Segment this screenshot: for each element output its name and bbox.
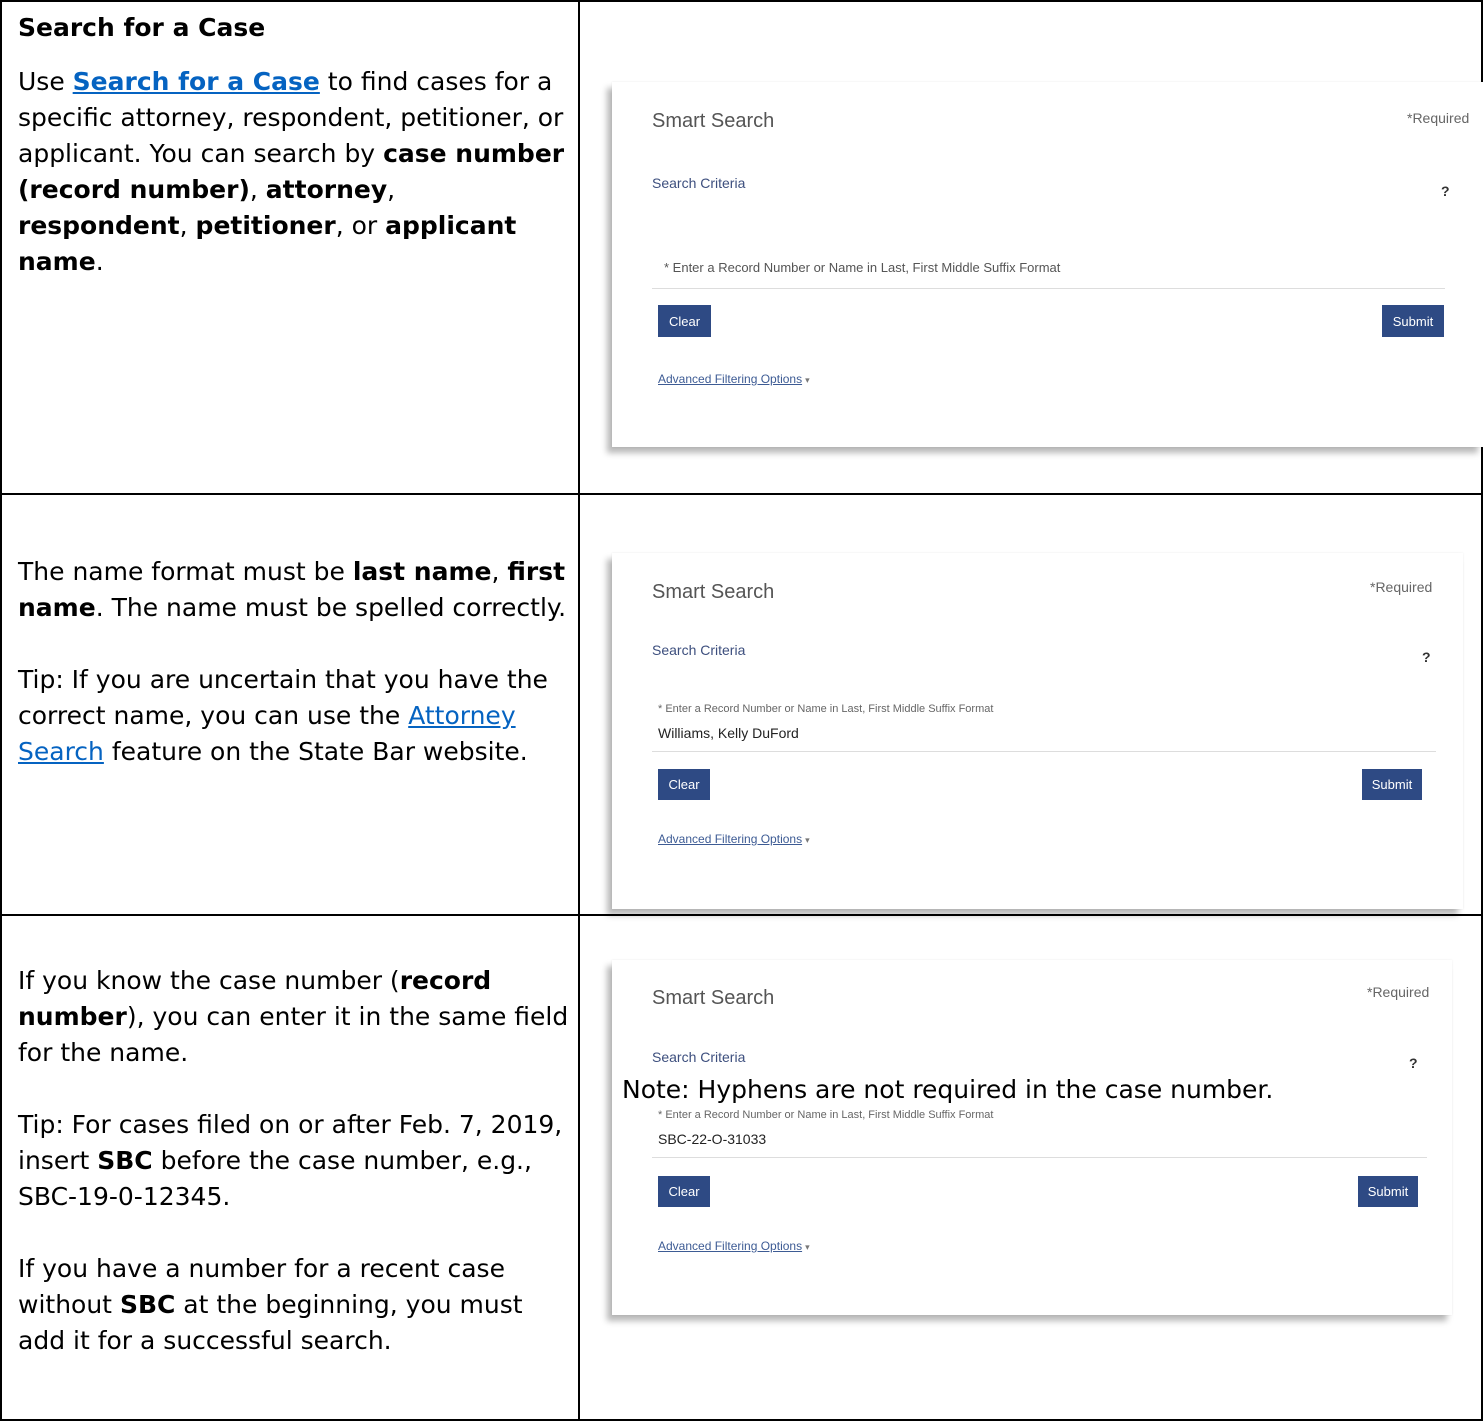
chevron-down-icon: ▾ bbox=[805, 835, 810, 845]
submit-button[interactable]: Submit bbox=[1382, 305, 1444, 337]
bold-text: SBC bbox=[97, 1146, 153, 1175]
bold-text: petitioner bbox=[195, 211, 336, 240]
text: feature on the State Bar website. bbox=[103, 737, 528, 766]
section1-text: Search for a Case Use Search for a Case … bbox=[18, 10, 570, 316]
section3-text: If you know the case number (record numb… bbox=[18, 963, 570, 1395]
advanced-filtering-link[interactable]: Advanced Filtering Options ▾ bbox=[658, 372, 810, 386]
clear-button[interactable]: Clear bbox=[658, 1176, 710, 1207]
search-input-placeholder: * Enter a Record Number or Name in Last,… bbox=[664, 260, 1061, 275]
search-input[interactable]: * Enter a Record Number or Name in Last,… bbox=[652, 701, 1436, 752]
search-for-a-case-link[interactable]: Search for a Case bbox=[73, 67, 320, 96]
text: Use bbox=[18, 67, 73, 96]
search-input-label: * Enter a Record Number or Name in Last,… bbox=[658, 1109, 994, 1121]
text: The name format must be bbox=[18, 557, 353, 586]
hyphen-note: Note: Hyphens are not required in the ca… bbox=[622, 1075, 1274, 1104]
bold-text: SBC bbox=[119, 1290, 176, 1319]
search-input-value: Williams, Kelly DuFord bbox=[658, 725, 799, 741]
advanced-filtering-label: Advanced Filtering Options bbox=[658, 832, 803, 846]
help-icon[interactable]: ? bbox=[1422, 649, 1431, 665]
advanced-filtering-link[interactable]: Advanced Filtering Options ▾ bbox=[658, 832, 810, 846]
required-label: *Required bbox=[1407, 110, 1470, 126]
required-label: *Required bbox=[1370, 579, 1433, 595]
text: , bbox=[179, 211, 196, 240]
clear-button[interactable]: Clear bbox=[658, 305, 711, 337]
search-criteria-label: Search Criteria bbox=[652, 1049, 746, 1065]
search-criteria-label: Search Criteria bbox=[652, 175, 746, 191]
text: , bbox=[249, 175, 266, 204]
table-row-divider-1 bbox=[0, 493, 1483, 495]
table-border-top bbox=[0, 0, 1483, 2]
table-border-left bbox=[0, 0, 2, 1421]
smart-search-panel-2: Smart Search *Required Search Criteria ?… bbox=[612, 553, 1463, 909]
chevron-down-icon: ▾ bbox=[805, 1242, 810, 1252]
bold-text: attorney bbox=[265, 175, 388, 204]
text: , bbox=[387, 175, 396, 204]
clear-button[interactable]: Clear bbox=[658, 769, 710, 800]
submit-button[interactable]: Submit bbox=[1358, 1176, 1418, 1207]
text: If you know the case number ( bbox=[18, 966, 400, 995]
help-icon[interactable]: ? bbox=[1409, 1055, 1418, 1071]
smart-search-title: Smart Search bbox=[652, 110, 775, 132]
text: , or bbox=[335, 211, 386, 240]
bold-text: last name bbox=[352, 557, 492, 586]
search-input-value: SBC-22-O-31033 bbox=[658, 1131, 767, 1147]
search-input[interactable]: * Enter a Record Number or Name in Last,… bbox=[652, 1107, 1427, 1158]
smart-search-panel-1: Smart Search *Required Search Criteria ?… bbox=[612, 82, 1483, 447]
section1-heading: Search for a Case bbox=[18, 13, 266, 42]
advanced-filtering-link[interactable]: Advanced Filtering Options ▾ bbox=[658, 1239, 810, 1253]
table-row-divider-2 bbox=[0, 914, 1483, 916]
advanced-filtering-label: Advanced Filtering Options bbox=[658, 372, 803, 386]
required-label: *Required bbox=[1367, 984, 1430, 1000]
help-icon[interactable]: ? bbox=[1441, 183, 1450, 199]
text: , bbox=[491, 557, 508, 586]
section2-text: The name format must be last name, first… bbox=[18, 554, 570, 806]
table-column-divider bbox=[578, 0, 580, 1421]
submit-button[interactable]: Submit bbox=[1362, 769, 1422, 800]
chevron-down-icon: ▾ bbox=[805, 375, 810, 385]
text: . bbox=[95, 247, 104, 276]
smart-search-panel-3: Smart Search *Required Search Criteria ?… bbox=[612, 960, 1452, 1315]
text: . The name must be spelled correctly. bbox=[95, 593, 567, 622]
advanced-filtering-label: Advanced Filtering Options bbox=[658, 1239, 803, 1253]
search-input-label: * Enter a Record Number or Name in Last,… bbox=[658, 703, 994, 715]
smart-search-title: Smart Search bbox=[652, 581, 775, 603]
search-input[interactable]: * Enter a Record Number or Name in Last,… bbox=[652, 242, 1445, 289]
search-criteria-label: Search Criteria bbox=[652, 642, 746, 658]
smart-search-title: Smart Search bbox=[652, 987, 775, 1009]
bold-text: respondent bbox=[18, 211, 180, 240]
